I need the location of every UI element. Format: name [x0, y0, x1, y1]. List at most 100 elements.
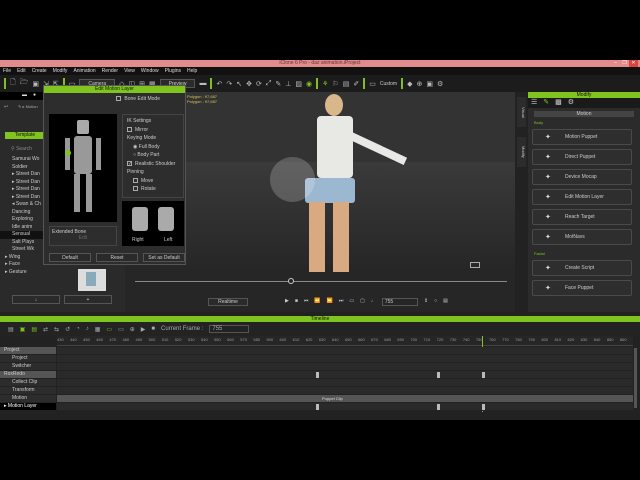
go-start-icon[interactable]: ⏮: [304, 298, 309, 306]
track-list-icon[interactable]: ▤: [8, 326, 14, 333]
view-toggle-icon[interactable]: [470, 262, 480, 268]
current-frame-input[interactable]: 755: [209, 325, 250, 333]
face-puppet-button[interactable]: ✦ Face Puppet: [532, 280, 632, 296]
tree-item[interactable]: Street Wk: [0, 246, 43, 254]
tree-item[interactable]: Exploring: [0, 216, 43, 224]
tree-item[interactable]: Dancing: [0, 209, 43, 217]
tree-item[interactable]: ▸ Street Dan: [0, 194, 43, 202]
material-tab-icon[interactable]: ▩: [555, 98, 562, 108]
track-row[interactable]: Puppet Clip: [57, 395, 633, 403]
script-icon[interactable]: ▤: [343, 80, 350, 88]
new-file-icon[interactable]: 🗋: [10, 78, 16, 89]
move-checkbox[interactable]: Move: [127, 177, 179, 186]
modify-side-tab[interactable]: Modify: [517, 137, 526, 167]
next-frame-icon[interactable]: ⏩: [327, 298, 333, 306]
custom-button[interactable]: Custom: [380, 81, 397, 87]
reset-button[interactable]: Reset: [96, 253, 138, 262]
pick-icon[interactable]: ✎: [275, 80, 281, 88]
tree-item[interactable]: Idle anim: [0, 224, 43, 232]
bone-edit-mode-checkbox[interactable]: Bone Edit Mode: [44, 93, 185, 102]
motion-thumbnail[interactable]: [78, 269, 106, 291]
tree-item[interactable]: ▸ Wing: [0, 254, 43, 262]
template-tab[interactable]: Template: [5, 132, 45, 139]
keyframe[interactable]: [316, 372, 320, 378]
zoom-icon[interactable]: ⊕: [130, 326, 135, 333]
timeline-ruler[interactable]: 430 440 450 460 470 480 490 500 510 520 530 540 550 5…: [57, 336, 633, 346]
range-icon[interactable]: ▭: [118, 326, 124, 333]
maximize-button[interactable]: ❐: [620, 60, 629, 67]
frame-input[interactable]: 755: [381, 298, 418, 306]
puppet-clip[interactable]: Puppet Clip: [322, 395, 343, 402]
open-folder-icon[interactable]: 🗁: [20, 78, 29, 89]
show-keys-icon[interactable]: ▣: [20, 326, 26, 333]
menu-window[interactable]: Window: [141, 68, 159, 74]
body-bone-map[interactable]: [49, 114, 117, 222]
tree-item[interactable]: Sensual: [0, 231, 43, 239]
play-icon[interactable]: ▶: [141, 326, 146, 333]
menu-file[interactable]: File: [3, 68, 11, 74]
selected-bone-node[interactable]: [65, 150, 71, 156]
play-icon[interactable]: ▶: [285, 298, 289, 306]
download-button[interactable]: ↓: [12, 295, 60, 304]
minimize-button[interactable]: –: [611, 60, 620, 67]
select-icon[interactable]: ↖: [236, 80, 242, 88]
menu-render[interactable]: Render: [102, 68, 118, 74]
zoom-icon[interactable]: ⊕: [416, 80, 422, 88]
edit-motion-layer-button[interactable]: ✦ Edit Motion Layer: [532, 189, 632, 205]
clip-icon[interactable]: ▭: [106, 326, 112, 333]
track-label[interactable]: Project: [0, 355, 56, 363]
camera-capture-icon[interactable]: ▣: [426, 80, 433, 88]
tree-item[interactable]: ▸ Street Dan: [0, 186, 43, 194]
ik-effector-gizmo[interactable]: [270, 157, 315, 202]
rotate-icon[interactable]: ⟳: [256, 80, 262, 88]
properties-tab-icon[interactable]: ☰: [531, 98, 537, 108]
visual-side-tab[interactable]: Visual: [517, 97, 526, 127]
rotate-checkbox[interactable]: Rotate: [127, 185, 179, 194]
tree-item[interactable]: ▸ Gesture: [0, 269, 43, 277]
menu-create[interactable]: Create: [32, 68, 47, 74]
flag-icon[interactable]: ⚐: [332, 80, 338, 88]
subtitle-icon[interactable]: ▢: [360, 298, 365, 306]
menu-plugins[interactable]: Plugins: [165, 68, 181, 74]
menu-help[interactable]: Help: [187, 68, 197, 74]
loop-icon[interactable]: ↺: [65, 326, 70, 333]
sound-icon[interactable]: ♪: [86, 326, 89, 332]
collect-icon[interactable]: ▦: [95, 326, 101, 333]
track-row[interactable]: [57, 387, 633, 395]
track-label[interactable]: Switcher: [0, 363, 56, 371]
go-end-icon[interactable]: ⏭: [339, 298, 344, 306]
track-label[interactable]: ▸ Motion Layer: [0, 403, 56, 411]
track-label[interactable]: Collect Clip: [0, 379, 56, 387]
settings-icon[interactable]: ⚙: [437, 80, 443, 88]
vertical-scrollbar[interactable]: [634, 348, 637, 408]
show-clips-icon[interactable]: ▤: [31, 326, 37, 333]
break-icon[interactable]: ⇆: [54, 326, 59, 333]
motion-puppet-button[interactable]: ✦ Motion Puppet: [532, 129, 632, 145]
tree-item[interactable]: ▸ Street Dan: [0, 171, 43, 179]
keyframe[interactable]: [436, 372, 440, 378]
animation-tab-icon[interactable]: ✎: [543, 98, 549, 108]
image-icon[interactable]: ▨: [295, 80, 302, 88]
brush-icon[interactable]: ✐: [353, 80, 359, 88]
tree-item[interactable]: ◂ Swan & Ch: [0, 201, 43, 209]
track-row[interactable]: [57, 355, 633, 363]
menu-view[interactable]: View: [124, 68, 135, 74]
motion-section-header[interactable]: Motion: [534, 111, 634, 117]
stop-icon[interactable]: ■: [295, 298, 298, 306]
direct-puppet-button[interactable]: ✦ Direct Puppet: [532, 149, 632, 165]
keyframe[interactable]: [316, 404, 320, 410]
track-label[interactable]: Transform: [0, 387, 56, 395]
search-field[interactable]: ⚲ Search: [11, 146, 32, 152]
prev-frame-icon[interactable]: ⏪: [314, 298, 320, 306]
custom-icon[interactable]: ▭: [369, 80, 376, 88]
key-icon[interactable]: ◆: [407, 80, 412, 88]
close-button[interactable]: ✕: [629, 60, 638, 67]
sound-icon[interactable]: ♩: [371, 298, 376, 306]
motnavs-button[interactable]: ✦ MotNavs: [532, 229, 632, 245]
add-button[interactable]: +: [64, 295, 112, 304]
create-script-button[interactable]: ✦ Create Script: [532, 260, 632, 276]
path-breadcrumb[interactable]: ✎ ▸ Motion: [18, 104, 38, 109]
scale-icon[interactable]: ⤢: [266, 80, 272, 88]
frame-spinner-icon[interactable]: ⇕: [424, 298, 428, 306]
track-row[interactable]: [57, 363, 633, 371]
